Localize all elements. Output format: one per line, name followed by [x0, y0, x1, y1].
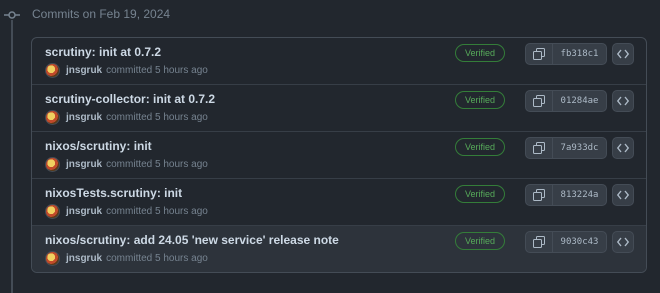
browse-repo-button[interactable]: [612, 90, 634, 112]
copy-sha-button[interactable]: [526, 232, 553, 252]
copy-sha-button[interactable]: [526, 91, 553, 111]
copy-sha-button[interactable]: [526, 185, 553, 205]
git-commit-icon: [4, 11, 20, 19]
commit-time: committed 5 hours ago: [106, 158, 208, 170]
avatar[interactable]: [45, 156, 60, 172]
verified-badge[interactable]: Verified: [455, 44, 506, 62]
commit-time: committed 5 hours ago: [106, 205, 208, 217]
author-link[interactable]: jnsgruk: [66, 159, 102, 170]
avatar[interactable]: [45, 109, 60, 125]
commit-row: scrutiny: init at 0.7.2 jnsgruk committe…: [32, 38, 646, 85]
commit-time: committed 5 hours ago: [106, 252, 208, 264]
commit-sha-link[interactable]: 813224a: [553, 185, 606, 205]
browse-repo-button[interactable]: [612, 184, 634, 206]
author-link[interactable]: jnsgruk: [66, 112, 102, 123]
commit-row: nixos/scrutiny: add 24.05 'new service' …: [32, 226, 646, 272]
sha-group: fb318c1: [525, 43, 607, 65]
author-link[interactable]: jnsgruk: [66, 206, 102, 217]
browse-repo-button[interactable]: [612, 231, 634, 253]
copy-icon: [533, 48, 545, 60]
sha-group: 7a933dc: [525, 137, 607, 159]
copy-icon: [533, 236, 545, 248]
commit-row: scrutiny-collector: init at 0.7.2 jnsgru…: [32, 85, 646, 132]
sha-group: 01284ae: [525, 90, 607, 112]
timeline-line: [11, 20, 13, 293]
commit-meta: jnsgruk committed 5 hours ago: [45, 156, 208, 172]
commit-meta: jnsgruk committed 5 hours ago: [45, 62, 208, 78]
copy-icon: [533, 142, 545, 154]
commit-sha-link[interactable]: 01284ae: [553, 91, 606, 111]
copy-icon: [533, 189, 545, 201]
commit-message-link[interactable]: scrutiny-collector: init at 0.7.2: [45, 92, 215, 106]
verified-badge[interactable]: Verified: [455, 91, 506, 109]
commit-meta: jnsgruk committed 5 hours ago: [45, 250, 208, 266]
commit-list: scrutiny: init at 0.7.2 jnsgruk committe…: [31, 37, 647, 273]
commit-time: committed 5 hours ago: [106, 64, 208, 76]
sha-group: 813224a: [525, 184, 607, 206]
browse-repo-button[interactable]: [612, 137, 634, 159]
copy-sha-button[interactable]: [526, 138, 553, 158]
avatar[interactable]: [45, 203, 60, 219]
commit-message-link[interactable]: nixosTests.scrutiny: init: [45, 186, 182, 200]
avatar[interactable]: [45, 62, 60, 78]
commit-group-title: Commits on Feb 19, 2024: [32, 7, 171, 21]
sha-group: 9030c43: [525, 231, 607, 253]
commit-message-link[interactable]: nixos/scrutiny: init: [45, 139, 152, 153]
commit-sha-link[interactable]: fb318c1: [553, 44, 606, 64]
verified-badge[interactable]: Verified: [455, 185, 506, 203]
code-icon: [617, 237, 629, 247]
code-icon: [617, 190, 629, 200]
verified-badge[interactable]: Verified: [455, 138, 506, 156]
commit-message-link[interactable]: nixos/scrutiny: add 24.05 'new service' …: [45, 233, 339, 247]
commit-meta: jnsgruk committed 5 hours ago: [45, 203, 208, 219]
commit-time: committed 5 hours ago: [106, 111, 208, 123]
author-link[interactable]: jnsgruk: [66, 65, 102, 76]
commit-message-link[interactable]: scrutiny: init at 0.7.2: [45, 45, 161, 59]
copy-sha-button[interactable]: [526, 44, 553, 64]
commit-sha-link[interactable]: 9030c43: [553, 232, 606, 252]
verified-badge[interactable]: Verified: [455, 232, 506, 250]
commit-row: nixosTests.scrutiny: init jnsgruk commit…: [32, 179, 646, 226]
copy-icon: [533, 95, 545, 107]
code-icon: [617, 49, 629, 59]
avatar[interactable]: [45, 250, 60, 266]
author-link[interactable]: jnsgruk: [66, 253, 102, 264]
code-icon: [617, 96, 629, 106]
code-icon: [617, 143, 629, 153]
commit-meta: jnsgruk committed 5 hours ago: [45, 109, 208, 125]
commit-row: nixos/scrutiny: init jnsgruk committed 5…: [32, 132, 646, 179]
browse-repo-button[interactable]: [612, 43, 634, 65]
commit-sha-link[interactable]: 7a933dc: [553, 138, 606, 158]
